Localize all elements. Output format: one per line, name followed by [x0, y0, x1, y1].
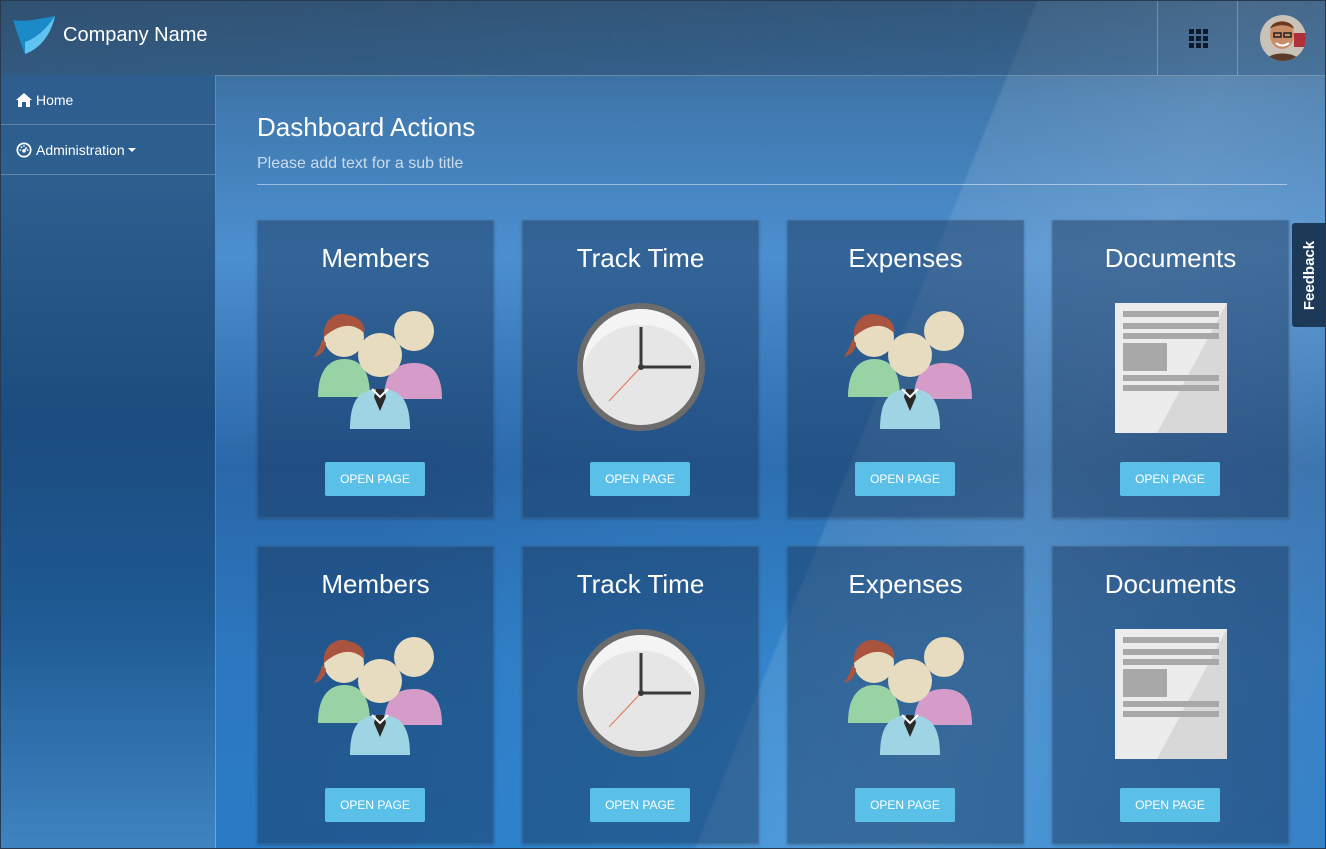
app-window: Company Name Home Administration Dashboa…	[0, 0, 1326, 849]
feedback-label: Feedback	[1301, 240, 1319, 310]
sidebar-item-label: Home	[36, 91, 74, 108]
clock-icon	[575, 627, 707, 759]
sidebar-item-home[interactable]: Home	[1, 75, 215, 125]
company-name: Company Name	[63, 23, 208, 46]
card-title: Track Time	[576, 569, 705, 599]
sidebar: Home Administration	[1, 75, 216, 848]
open-page-button[interactable]: OPEN PAGE	[325, 462, 425, 496]
open-page-button[interactable]: OPEN PAGE	[590, 462, 690, 496]
card-title: Track Time	[576, 243, 705, 273]
card-title: Expenses	[848, 569, 963, 599]
avatar	[1260, 15, 1306, 61]
document-icon	[1105, 627, 1237, 759]
action-card: Track Time OPEN PAGE	[522, 546, 759, 844]
apps-button[interactable]	[1157, 1, 1238, 75]
members-icon	[310, 627, 442, 759]
action-card: Documents OPEN PAGE	[1052, 546, 1289, 844]
user-menu-button[interactable]	[1237, 1, 1325, 75]
home-icon	[16, 92, 32, 107]
open-page-button[interactable]: OPEN PAGE	[590, 788, 690, 822]
members-icon	[840, 301, 972, 433]
sidebar-item-label: Administration	[36, 141, 125, 158]
divider	[257, 184, 1287, 185]
open-page-button[interactable]: OPEN PAGE	[325, 788, 425, 822]
members-icon	[840, 627, 972, 759]
open-page-button[interactable]: OPEN PAGE	[855, 462, 955, 496]
company-logo-icon	[13, 16, 55, 54]
action-card: Track Time OPEN PAGE	[522, 220, 759, 518]
card-title: Members	[321, 243, 430, 273]
chevron-down-icon	[127, 147, 136, 152]
members-icon	[310, 301, 442, 433]
action-card: Expenses OPEN PAGE	[787, 546, 1024, 844]
open-page-button[interactable]: OPEN PAGE	[1120, 788, 1220, 822]
card-title: Expenses	[848, 243, 963, 273]
card-title: Members	[321, 569, 430, 599]
open-page-button[interactable]: OPEN PAGE	[855, 788, 955, 822]
card-title: Documents	[1104, 569, 1237, 599]
card-title: Documents	[1104, 243, 1237, 273]
clock-icon	[575, 301, 707, 433]
page-title: Dashboard Actions	[257, 112, 476, 142]
feedback-tab[interactable]: Feedback	[1292, 223, 1325, 327]
action-card: Expenses OPEN PAGE	[787, 220, 1024, 518]
brand[interactable]: Company Name	[11, 13, 208, 57]
open-page-button[interactable]: OPEN PAGE	[1120, 462, 1220, 496]
top-header: Company Name	[1, 1, 1325, 76]
grid-icon	[1188, 28, 1208, 48]
dashboard-icon	[16, 141, 32, 158]
sidebar-item-administration[interactable]: Administration	[1, 125, 215, 175]
action-card: Members OPEN PAGE	[257, 220, 494, 518]
action-card: Members OPEN PAGE	[257, 546, 494, 844]
page-subtitle: Please add text for a sub title	[257, 155, 464, 172]
action-card: Documents OPEN PAGE	[1052, 220, 1289, 518]
document-icon	[1105, 301, 1237, 433]
